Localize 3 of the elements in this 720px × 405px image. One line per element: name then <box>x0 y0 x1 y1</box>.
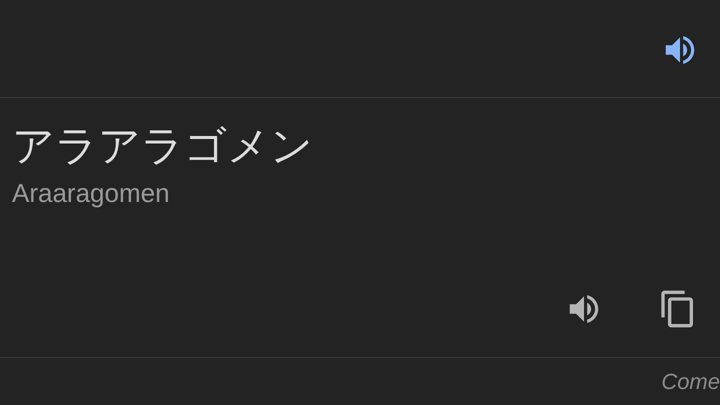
translation-text: アラアラゴメン <box>12 120 313 172</box>
footer-text: Come <box>661 368 720 394</box>
romanization-text: Araaragomen <box>12 178 170 209</box>
